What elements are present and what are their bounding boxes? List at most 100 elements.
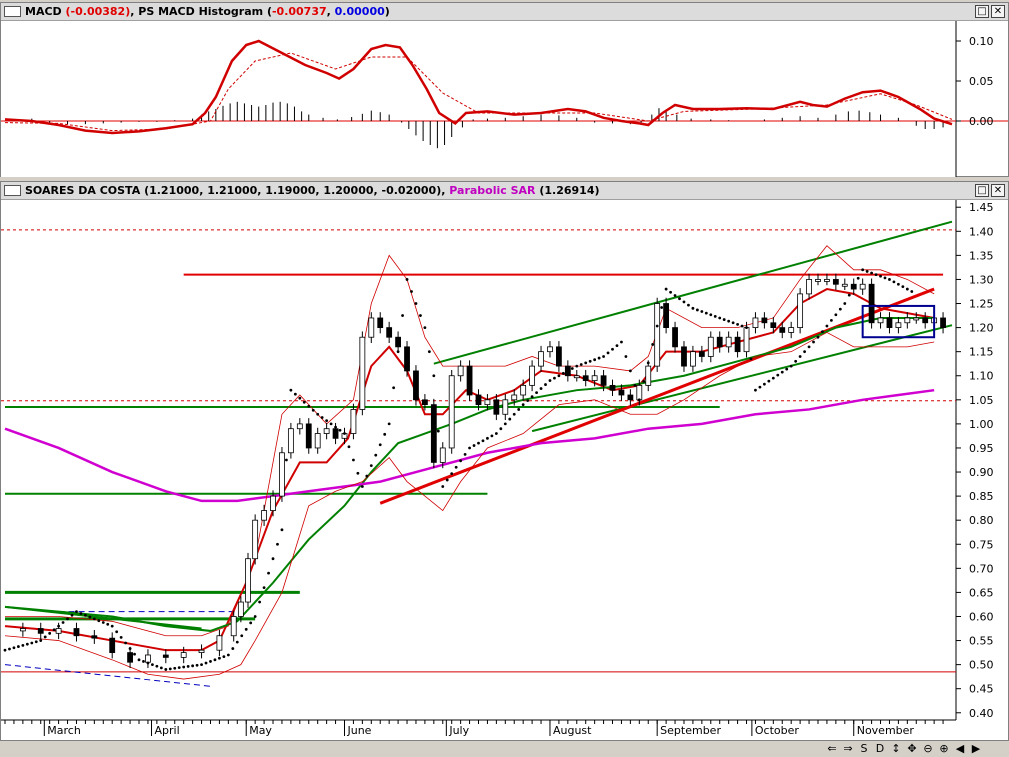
sar-dot — [745, 326, 748, 329]
month-label: November — [857, 724, 915, 737]
price-bar-body — [868, 283, 875, 324]
sar-dot — [164, 668, 168, 671]
toolbar-button[interactable]: D — [872, 741, 888, 757]
price-bar-body — [359, 336, 366, 410]
sar-dot — [441, 485, 445, 488]
sar-dot — [369, 464, 373, 468]
sar-dot — [785, 367, 789, 371]
price-bar-body — [377, 317, 384, 328]
sar-dot — [128, 647, 132, 650]
sar-dot — [678, 297, 681, 301]
sar-dot — [883, 276, 887, 280]
price-bar-body — [841, 283, 848, 287]
macd-title-bar: MACD (-0.00382), PS MACD Histogram (-0.0… — [1, 3, 1008, 21]
toolbar-button[interactable]: ⇐ — [824, 741, 840, 757]
toolbar-button[interactable]: ⇒ — [840, 741, 856, 757]
sar-dot — [499, 427, 503, 431]
sar-dot — [709, 313, 713, 317]
sar-dot — [177, 666, 181, 670]
sar-dot — [34, 640, 38, 644]
price-bar-body — [922, 317, 929, 324]
toolbar-button[interactable]: ↕ — [888, 741, 904, 757]
sar-name: Parabolic SAR — [449, 184, 536, 197]
close-button[interactable]: ✕ — [991, 184, 1005, 197]
close-button[interactable]: ✕ — [991, 5, 1005, 18]
sar-dot — [477, 441, 480, 445]
price-tick-label: 1.05 — [969, 394, 994, 407]
sar-dot — [137, 658, 141, 662]
price-bar-body — [770, 322, 777, 328]
sar-dot — [249, 621, 253, 625]
toolbar-button[interactable]: ⊖ — [920, 741, 936, 757]
sar-dot — [508, 417, 512, 421]
sar-dot — [754, 388, 757, 392]
price-bar-body — [663, 303, 670, 328]
toolbar-button[interactable]: ◀ — [952, 741, 968, 757]
sar-dot — [289, 388, 293, 392]
sar-dot — [311, 408, 315, 412]
price-tick-label: 0.65 — [969, 586, 994, 599]
sar-dot — [834, 313, 838, 317]
macd-tick-label: 0.05 — [969, 75, 994, 88]
sar-dot — [494, 432, 498, 435]
sar-dot — [168, 667, 172, 671]
toolbar-button[interactable]: ⊕ — [936, 741, 952, 757]
price-bar-body — [55, 628, 62, 634]
sar-dot — [503, 422, 507, 426]
price-bar-body — [520, 384, 527, 396]
hist-value-b: 0.00000 — [334, 5, 385, 18]
sar-dot — [454, 465, 458, 469]
price-bar-body — [725, 336, 732, 348]
price-bar-body — [162, 654, 169, 658]
sar-dot — [740, 324, 744, 328]
price-bar-body — [609, 384, 616, 391]
sar-dot — [553, 376, 556, 380]
macd-chart: 0.10 0.05 0.00 — [1, 21, 1008, 177]
toolbar-button[interactable]: S — [856, 741, 872, 757]
sar-dot — [655, 324, 659, 328]
price-bar-body — [779, 327, 786, 333]
sar-value: (1.26914) — [539, 184, 600, 197]
sar-dot — [159, 666, 163, 670]
price-bar-body — [690, 351, 696, 367]
price-bar-body — [484, 399, 491, 406]
sar-dot — [405, 278, 409, 281]
restore-button[interactable]: □ — [975, 184, 989, 197]
price-bar-body — [502, 399, 509, 415]
sar-dot — [669, 290, 672, 294]
sar-dot — [374, 453, 378, 457]
price-bar-body — [761, 317, 768, 324]
sar-dot — [803, 350, 806, 354]
restore-button[interactable]: □ — [975, 5, 989, 18]
sar-dot — [829, 318, 833, 322]
sar-dot — [566, 369, 570, 373]
sar-dot — [338, 428, 342, 432]
price-bar-body — [287, 428, 294, 454]
window-icon — [4, 6, 21, 17]
sar-dot — [673, 294, 677, 297]
sar-dot — [633, 383, 637, 387]
sar-dot — [611, 347, 614, 351]
price-bar-body — [386, 327, 393, 338]
sar-dot — [856, 276, 860, 280]
sar-dot — [48, 631, 52, 635]
price-bar-body — [439, 447, 446, 463]
price-tick-label: 0.90 — [969, 466, 994, 479]
sar-dot — [267, 571, 270, 575]
sar-dot — [276, 542, 279, 546]
sar-dot — [731, 321, 735, 325]
sar-dot — [865, 270, 869, 273]
sar-dot — [195, 663, 199, 667]
sar-dot — [539, 387, 543, 390]
sar-dot — [52, 628, 56, 632]
toolbar-button[interactable]: ✥ — [904, 741, 920, 757]
sar-dot — [191, 664, 195, 668]
sar-dot — [17, 645, 20, 648]
sar-dot — [329, 422, 333, 426]
sar-dot — [450, 472, 454, 476]
toolbar-button[interactable]: ▶ — [968, 741, 984, 757]
sar-dot — [25, 642, 29, 646]
sar-dot — [101, 621, 105, 624]
sar-dot — [258, 600, 262, 604]
sar-dot — [870, 271, 873, 275]
